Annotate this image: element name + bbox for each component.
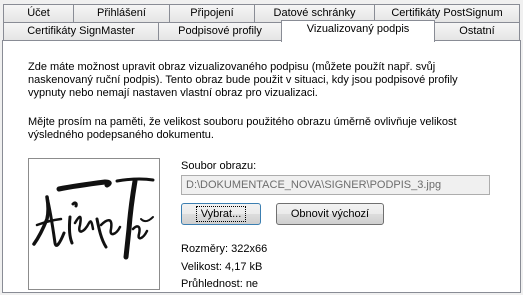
tab-podpisove-profily[interactable]: Podpisové profily: [158, 22, 282, 41]
signature-preview: [28, 158, 160, 290]
signature-image: [32, 177, 155, 260]
tab-ucet[interactable]: Účet: [3, 4, 74, 23]
tab-ostatni[interactable]: Ostatní: [434, 22, 520, 41]
intro-text: Zde máte možnost upravit obraz vizualizo…: [28, 61, 458, 99]
size-label: Velikost: 4,17 kB: [181, 261, 263, 273]
dimensions-label: Rozměry: 322x66: [181, 243, 268, 255]
tab-vizualizovany-podpis[interactable]: Vizualizovaný podpis: [281, 20, 435, 42]
transparency-label: Průhlednost: ne: [181, 278, 259, 290]
file-path-field[interactable]: D:\DOKUMENTACE_NOVA\SIGNER\PODPIS_3.jpg: [181, 175, 490, 195]
choose-image-button[interactable]: Vybrat...: [181, 203, 261, 225]
note-text: Mějte prosím na paměti, že velikost soub…: [28, 116, 457, 141]
file-label: Soubor obrazu:: [181, 160, 257, 172]
tab-prihlaseni[interactable]: Přihlášení: [73, 4, 170, 23]
choose-image-button-label: Vybrat...: [195, 206, 247, 222]
restore-default-button[interactable]: Obnovit výchozí: [276, 203, 384, 225]
tab-pripojeni[interactable]: Připojení: [169, 4, 255, 23]
tab-certifikaty-signmaster[interactable]: Certifikáty SignMaster: [3, 22, 159, 41]
